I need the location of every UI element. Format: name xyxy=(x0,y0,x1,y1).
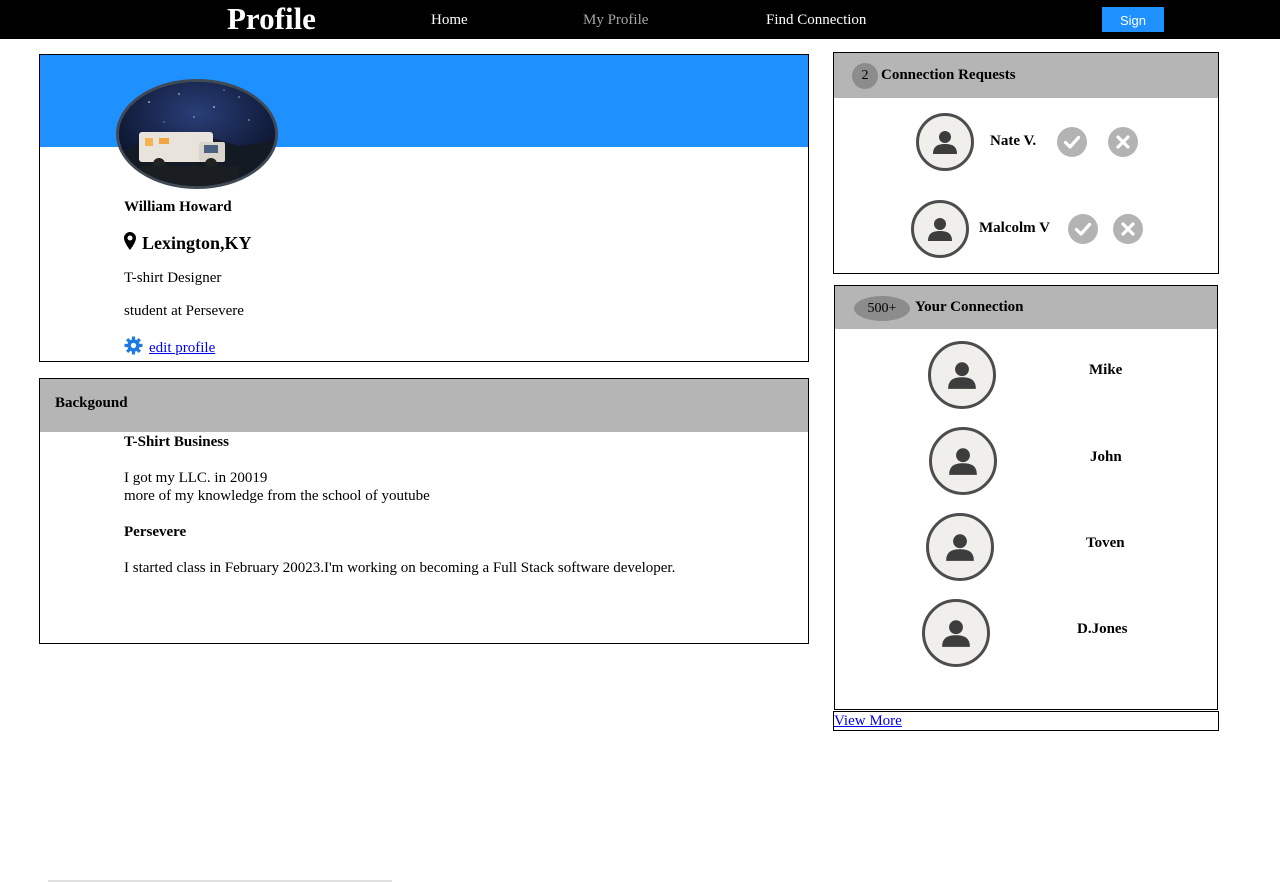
background-section-title: T-Shirt Business xyxy=(124,434,229,450)
connection-name[interactable]: John xyxy=(1090,449,1122,466)
brand-title: Profile xyxy=(227,1,316,36)
background-heading: Backgound xyxy=(55,395,128,411)
gear-icon[interactable] xyxy=(124,336,143,360)
avatar-icon[interactable] xyxy=(928,341,996,409)
background-line: more of my knowledge from the school of … xyxy=(124,488,430,504)
profile-school: student at Persevere xyxy=(124,303,244,319)
view-more-link[interactable]: View More xyxy=(834,712,902,730)
check-icon xyxy=(1063,135,1081,149)
nav-find-connection-link[interactable]: Find Connection xyxy=(766,11,866,29)
profile-job-title: T-shirt Designer xyxy=(124,270,222,286)
connections-header: 500+ Your Connection xyxy=(835,286,1217,329)
location-pin-icon xyxy=(124,232,136,255)
connections-count-badge: 500+ xyxy=(854,296,910,321)
edit-profile-link[interactable]: edit profile xyxy=(149,340,215,357)
connection-name[interactable]: Mike xyxy=(1089,362,1122,379)
close-icon xyxy=(1116,135,1130,149)
connection-name[interactable]: D.Jones xyxy=(1077,621,1127,638)
nav-my-profile-link[interactable]: My Profile xyxy=(583,11,648,29)
nav-home-link[interactable]: Home xyxy=(431,11,468,29)
request-name: Nate V. xyxy=(990,133,1037,149)
profile-card: William Howard Lexington,KY T-shirt Desi… xyxy=(39,54,809,362)
background-line: I started class in February 20023.I'm wo… xyxy=(124,560,676,576)
background-header: Backgound xyxy=(40,379,808,432)
requests-count-badge: 2 xyxy=(852,63,878,89)
accept-request-button[interactable] xyxy=(1068,214,1098,244)
background-line: I got my LLC. in 20019 xyxy=(124,470,268,486)
profile-name: William Howard xyxy=(124,199,232,215)
avatar-icon[interactable] xyxy=(922,599,990,667)
connections-heading: Your Connection xyxy=(915,299,1024,315)
accept-request-button[interactable] xyxy=(1057,127,1087,157)
profile-location: Lexington,KY xyxy=(124,232,252,255)
request-name: Malcolm V xyxy=(979,220,1050,236)
location-text: Lexington,KY xyxy=(142,233,252,253)
sign-out-button[interactable]: Sign Out xyxy=(1102,7,1164,53)
requests-header: 2 Connection Requests xyxy=(834,53,1218,98)
top-nav: Profile Home My Profile Find Connection … xyxy=(0,0,1280,53)
avatar-icon[interactable] xyxy=(926,513,994,581)
background-card: Backgound T-Shirt Business I got my LLC.… xyxy=(39,378,809,644)
avatar-icon xyxy=(911,200,969,258)
connection-name[interactable]: Toven xyxy=(1086,535,1125,552)
decline-request-button[interactable] xyxy=(1113,214,1143,244)
edit-profile[interactable]: edit profile xyxy=(124,336,215,360)
decline-request-button[interactable] xyxy=(1108,127,1138,157)
connection-requests-card: 2 Connection Requests Nate V. Malcolm V xyxy=(833,52,1219,274)
view-more-container: View More xyxy=(833,711,1219,731)
avatar-icon[interactable] xyxy=(929,427,997,495)
background-body: T-Shirt Business I got my LLC. in 20019 … xyxy=(124,433,675,577)
requests-heading: Connection Requests xyxy=(881,67,1016,83)
background-section-title: Persevere xyxy=(124,524,187,540)
close-icon xyxy=(1121,222,1135,236)
avatar-icon xyxy=(916,113,974,171)
connections-card: 500+ Your Connection Mike John Toven D.J… xyxy=(834,285,1218,710)
profile-photo xyxy=(116,79,278,189)
check-icon xyxy=(1074,222,1092,236)
